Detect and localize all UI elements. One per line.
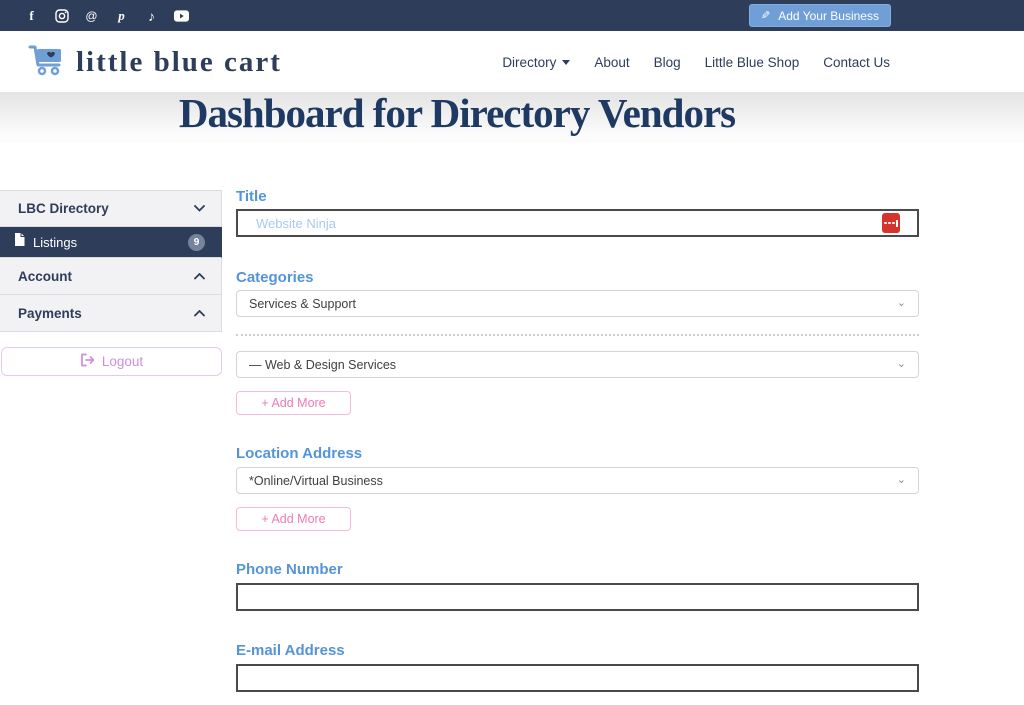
threads-icon[interactable]: @ (84, 8, 99, 23)
sidebar-item-account[interactable]: Account (0, 258, 222, 295)
social-links: f @ p ♪ (0, 8, 189, 23)
sidebar-item-label: Listings (33, 235, 77, 250)
add-your-business-label: Add Your Business (778, 9, 879, 23)
tiktok-icon[interactable]: ♪ (144, 8, 159, 23)
title-band: Dashboard for Directory Vendors (0, 93, 1024, 143)
logo-text: little blue cart (76, 46, 282, 79)
chevron-up-icon (194, 310, 205, 317)
site-header: little blue cart Directory About Blog Li… (0, 31, 1024, 93)
category-select-primary-value: Services & Support (249, 297, 356, 311)
chevron-down-icon (194, 205, 205, 212)
phone-number-label: Phone Number (236, 561, 343, 578)
chevron-down-icon: ⌄ (897, 298, 906, 309)
phone-number-input[interactable] (236, 583, 919, 611)
categories-label: Categories (236, 269, 314, 286)
document-icon (14, 233, 25, 251)
location-address-label: Location Address (236, 445, 362, 462)
sidebar-item-label: LBC Directory (18, 201, 109, 216)
nav-little-blue-shop-label: Little Blue Shop (705, 55, 800, 70)
chevron-down-icon: ⌄ (897, 359, 906, 370)
nav-blog[interactable]: Blog (654, 55, 681, 70)
cart-icon (28, 43, 66, 82)
email-address-label: E-mail Address (236, 642, 345, 659)
logout-button[interactable]: Logout (1, 347, 222, 376)
logout-icon (80, 353, 95, 370)
nav-directory[interactable]: Directory (502, 55, 570, 70)
location-select-value: *Online/Virtual Business (249, 474, 383, 488)
chevron-up-icon (194, 273, 205, 280)
sidebar-item-payments[interactable]: Payments (0, 295, 222, 332)
nav-contact-us[interactable]: Contact Us (823, 55, 890, 70)
listings-count-badge: 9 (188, 234, 205, 251)
sidebar-item-label: Account (18, 269, 72, 284)
page-title: Dashboard for Directory Vendors (0, 89, 914, 137)
add-more-location-button[interactable]: + Add More (236, 507, 351, 531)
category-select-secondary[interactable]: — Web & Design Services ⌄ (236, 351, 919, 378)
pinterest-icon[interactable]: p (114, 8, 129, 23)
sidebar-item-lbc-directory[interactable]: LBC Directory (0, 190, 222, 227)
nav-contact-us-label: Contact Us (823, 55, 890, 70)
main-nav: Directory About Blog Little Blue Shop Co… (502, 31, 890, 93)
email-address-input[interactable] (236, 664, 919, 692)
nav-little-blue-shop[interactable]: Little Blue Shop (705, 55, 800, 70)
chevron-down-icon (562, 60, 570, 65)
title-input[interactable] (236, 209, 919, 237)
category-select-secondary-value: — Web & Design Services (249, 358, 396, 372)
lastpass-icon[interactable] (882, 213, 900, 233)
location-select[interactable]: *Online/Virtual Business ⌄ (236, 467, 919, 494)
youtube-icon[interactable] (174, 8, 189, 23)
sidebar-item-listings[interactable]: Listings 9 (0, 227, 222, 258)
sidebar-item-label: Payments (18, 306, 82, 321)
facebook-icon[interactable]: f (24, 8, 39, 23)
nav-about-label: About (594, 55, 629, 70)
logout-label: Logout (102, 354, 143, 369)
nav-directory-label: Directory (502, 55, 556, 70)
site-logo[interactable]: little blue cart (28, 43, 282, 82)
pencil-icon: ✎ (761, 9, 770, 22)
category-select-primary[interactable]: Services & Support ⌄ (236, 290, 919, 317)
instagram-icon[interactable] (54, 8, 69, 23)
sidebar: LBC Directory Listings 9 Account Payment… (0, 190, 222, 332)
chevron-down-icon: ⌄ (897, 475, 906, 486)
page: f @ p ♪ ✎ Add Your Business (0, 0, 1024, 705)
divider (236, 334, 919, 336)
nav-blog-label: Blog (654, 55, 681, 70)
topbar: f @ p ♪ ✎ Add Your Business (0, 0, 1024, 31)
add-more-category-button[interactable]: + Add More (236, 391, 351, 415)
nav-about[interactable]: About (594, 55, 629, 70)
add-your-business-button[interactable]: ✎ Add Your Business (749, 4, 891, 27)
title-label: Title (236, 188, 267, 205)
